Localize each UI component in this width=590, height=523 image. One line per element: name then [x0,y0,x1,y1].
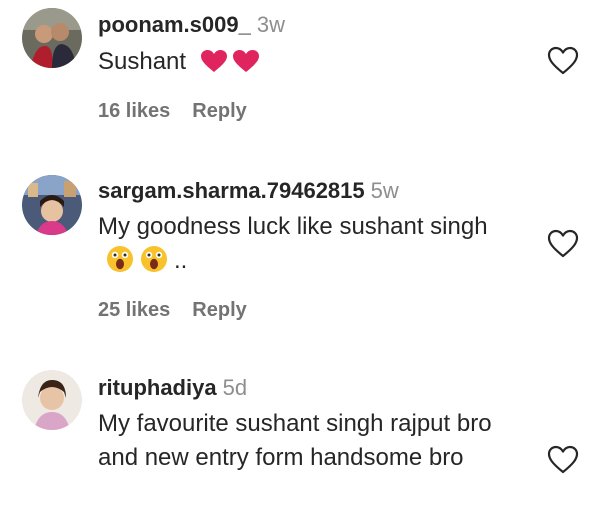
comment-text: Sushant [98,45,518,84]
avatar[interactable] [22,175,82,235]
face-screaming-emoji [106,245,134,283]
heart-outline-icon[interactable] [547,46,579,76]
heart-outline-icon[interactable] [547,445,579,475]
comment-meta: 25 likes Reply [98,299,247,322]
username[interactable]: sargam.sharma.79462815 [98,178,365,203]
comment-text: My goodness luck like sushant singh .. [98,210,498,283]
red-heart-emoji [232,50,259,84]
username[interactable]: rituphadiya [98,375,217,400]
comment-text-content: My goodness luck like sushant singh [98,213,488,240]
red-heart-emoji [200,50,227,84]
comment-header: sargam.sharma.79462815 5w [98,178,399,204]
reply-button[interactable]: Reply [192,299,246,321]
comment-text-suffix: .. [174,247,188,274]
avatar[interactable] [22,370,82,430]
comment-text-content: My favourite sushant singh rajput bro an… [98,410,492,471]
reply-button[interactable]: Reply [192,100,246,122]
likes-count[interactable]: 25 likes [98,299,170,321]
likes-count[interactable]: 16 likes [98,100,170,122]
comment-text-content: Sushant [98,48,187,75]
timestamp[interactable]: 5w [371,178,399,203]
comment-header: rituphadiya 5d [98,375,247,401]
face-screaming-emoji [140,245,168,283]
comment-meta: 16 likes Reply [98,100,247,123]
username[interactable]: poonam.s009_ [98,12,251,37]
heart-outline-icon[interactable] [547,229,579,259]
comment-text: My favourite sushant singh rajput bro an… [98,407,528,475]
timestamp[interactable]: 3w [257,12,285,37]
timestamp[interactable]: 5d [223,375,247,400]
avatar[interactable] [22,8,82,68]
comment-header: poonam.s009_ 3w [98,12,285,38]
